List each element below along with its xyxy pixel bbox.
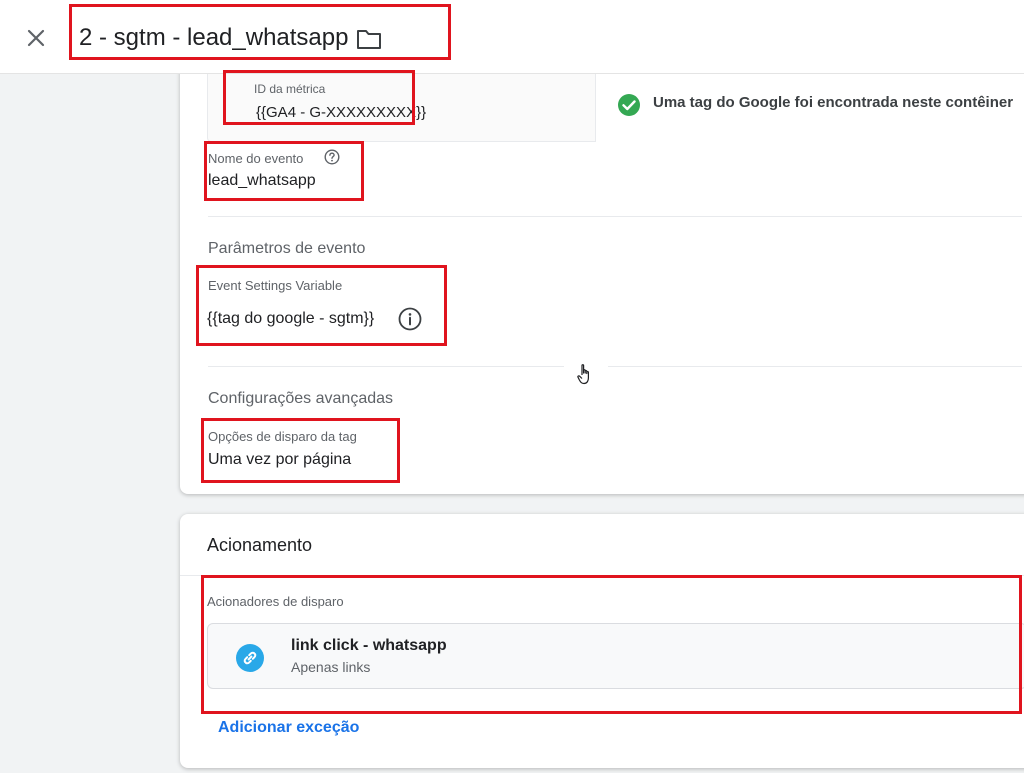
hand-cursor-icon — [576, 362, 596, 388]
event-parameters-title: Parâmetros de evento — [208, 240, 366, 257]
trigger-type: Apenas links — [291, 659, 371, 675]
metric-id-panel: ID da métrica {{GA4 - G-XXXXXXXXX}} Uma … — [207, 74, 1023, 142]
triggering-card: Acionamento Acionadores de disparo link … — [180, 514, 1024, 768]
divider — [608, 366, 1022, 367]
event-settings-label: Event Settings Variable — [208, 278, 343, 293]
event-settings-field[interactable]: {{tag do google - sgtm}} — [207, 310, 374, 328]
top-bar: 2 - sgtm - lead_whatsapp — [0, 0, 1024, 74]
metric-id-field[interactable]: {{GA4 - G-XXXXXXXXX}} — [256, 104, 426, 121]
triggering-title: Acionamento — [207, 535, 313, 555]
firing-options-field[interactable]: Uma vez por página — [208, 451, 351, 469]
google-tag-found-message: Uma tag do Google foi encontrada neste c… — [653, 94, 1014, 111]
metric-id-label: ID da métrica — [254, 82, 326, 96]
trigger-item[interactable]: link click - whatsapp Apenas links — [207, 623, 1024, 689]
info-icon[interactable] — [398, 307, 422, 331]
firing-triggers-label: Acionadores de disparo — [207, 594, 344, 609]
close-icon[interactable] — [22, 24, 50, 52]
trigger-name: link click - whatsapp — [291, 637, 447, 654]
link-icon — [236, 644, 264, 672]
event-name-label: Nome do evento — [208, 151, 304, 166]
divider — [180, 575, 1024, 576]
tag-title[interactable]: 2 - sgtm - lead_whatsapp — [79, 24, 348, 52]
add-exception-link[interactable]: Adicionar exceção — [218, 719, 359, 737]
divider — [208, 366, 564, 367]
divider — [208, 216, 1022, 217]
check-circle-icon — [617, 93, 641, 117]
tag-configuration-card: ID da métrica {{GA4 - G-XXXXXXXXX}} Uma … — [180, 60, 1024, 494]
advanced-settings-title: Configurações avançadas — [208, 390, 394, 407]
firing-options-label: Opções de disparo da tag — [208, 429, 357, 444]
help-icon[interactable] — [324, 149, 340, 165]
folder-icon[interactable] — [355, 26, 383, 52]
event-name-field[interactable]: lead_whatsapp — [208, 172, 316, 190]
